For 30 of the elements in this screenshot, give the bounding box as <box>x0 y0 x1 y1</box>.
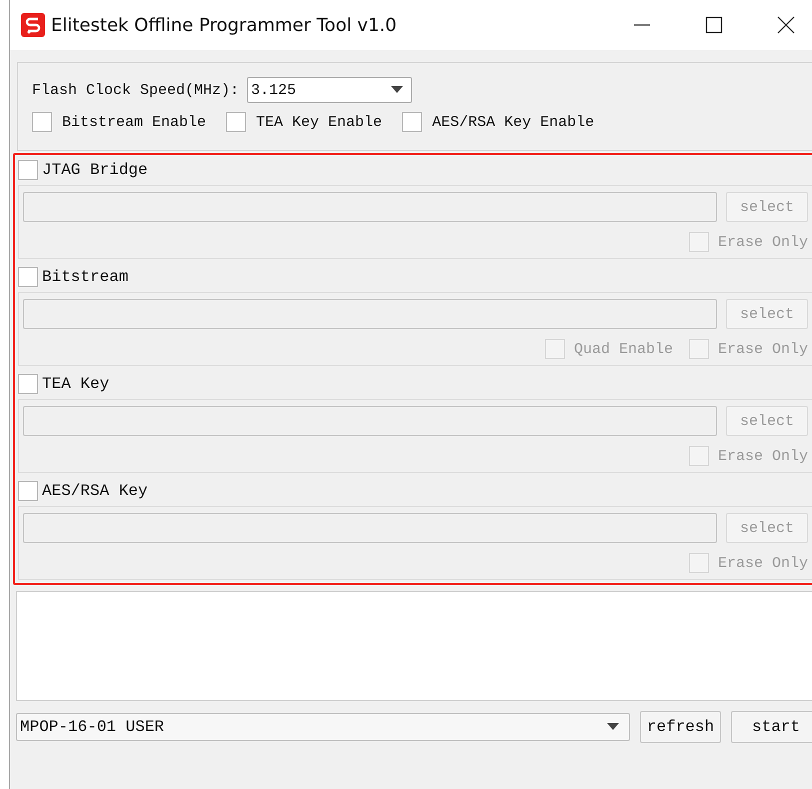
checkbox-label: Erase Only <box>718 448 808 464</box>
window-title: Elitestek Offline Programmer Tool v1.0 <box>51 14 398 36</box>
checkbox[interactable] <box>32 112 52 132</box>
checkbox-label: Bitstream Enable <box>62 114 206 130</box>
dropdown-arrow-icon <box>607 723 619 731</box>
clock-speed-dropdown[interactable]: 3.125 <box>247 77 412 103</box>
checkbox[interactable] <box>18 267 38 287</box>
checkbox-label: Erase Only <box>718 234 808 250</box>
checkbox[interactable] <box>18 160 38 180</box>
section-title: TEA Key <box>42 375 110 393</box>
checkbox[interactable] <box>18 374 38 394</box>
checkbox-label: Erase Only <box>718 554 808 572</box>
checkbox[interactable] <box>402 112 422 132</box>
checkbox[interactable] <box>18 481 38 501</box>
checkbox-label: Quad Enable <box>574 340 673 358</box>
dropdown-arrow-icon <box>391 86 404 94</box>
start-button[interactable]: start <box>731 711 812 743</box>
refresh-button[interactable]: refresh <box>640 711 721 743</box>
maximize-icon[interactable] <box>705 16 723 34</box>
close-icon[interactable] <box>777 16 795 34</box>
device-dropdown[interactable]: MPOP-16-01 USER <box>16 713 630 741</box>
field-label: Flash Clock Speed(MHz): <box>32 82 240 98</box>
checkbox[interactable] <box>226 112 246 132</box>
checkbox-label: TEA Key Enable <box>256 114 382 130</box>
checkbox-label: AES/RSA Key Enable <box>432 114 594 130</box>
checkbox-label: Erase Only <box>718 340 808 358</box>
section-title: JTAG Bridge <box>42 161 148 179</box>
section-title: Bitstream <box>42 268 128 286</box>
app-logo-icon <box>21 13 45 37</box>
section-title: AES/RSA Key <box>42 482 148 500</box>
